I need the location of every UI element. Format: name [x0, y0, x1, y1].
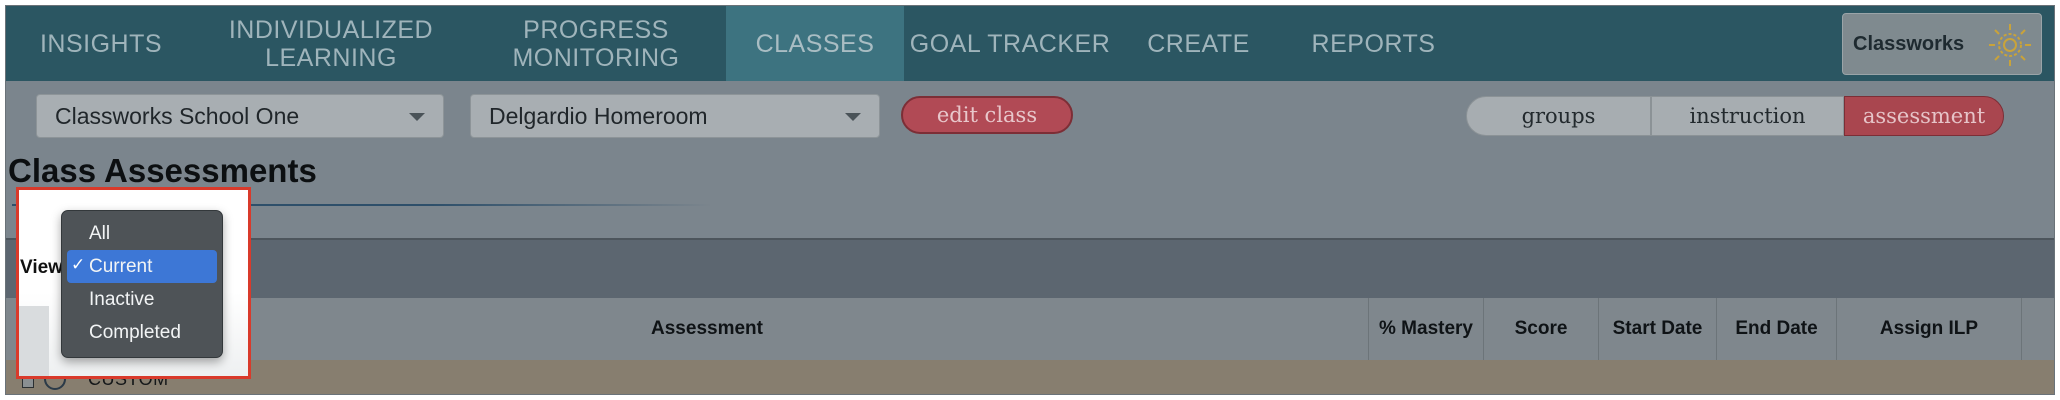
page-title: Class Assessments: [8, 152, 317, 189]
nav-classes[interactable]: CLASSES: [726, 6, 904, 81]
school-select[interactable]: Classworks School One: [36, 94, 444, 138]
top-nav: INSIGHTS INDIVIDUALIZED LEARNING PROGRES…: [6, 6, 2054, 81]
nav-individualized-learning[interactable]: INDIVIDUALIZED LEARNING: [196, 6, 466, 81]
nav-reports[interactable]: REPORTS: [1281, 6, 1466, 81]
col-assign-ilp[interactable]: Assign ILP: [1837, 298, 2022, 360]
table-row[interactable]: [6, 360, 2054, 394]
sun-logo-icon: [1989, 24, 2031, 66]
col-end-spacer: [2022, 298, 2054, 360]
col-start-date[interactable]: Start Date: [1599, 298, 1717, 360]
view-filter-bar: [6, 238, 2054, 300]
nav-create[interactable]: CREATE: [1116, 6, 1281, 81]
edit-class-button[interactable]: edit class: [901, 96, 1073, 134]
chevron-down-icon: [845, 113, 861, 121]
segment-instruction[interactable]: instruction: [1651, 96, 1844, 136]
chevron-down-icon: [409, 113, 425, 121]
segment-groups[interactable]: groups: [1466, 96, 1651, 136]
nav-progress-monitoring[interactable]: PROGRESS MONITORING: [466, 6, 726, 81]
brand-badge[interactable]: Classworks: [1842, 13, 2042, 75]
nav-goal-tracker[interactable]: GOAL TRACKER: [904, 6, 1116, 81]
nav-insights[interactable]: INSIGHTS: [6, 6, 196, 81]
segment-assessment[interactable]: assessment: [1844, 96, 2004, 136]
col-mastery[interactable]: % Mastery: [1369, 298, 1484, 360]
school-select-value: Classworks School One: [55, 102, 300, 129]
col-score[interactable]: Score: [1484, 298, 1599, 360]
table-header: Assessment % Mastery Score Start Date En…: [6, 298, 2054, 361]
brand-name: Classworks: [1853, 32, 1965, 55]
col-end-date[interactable]: End Date: [1717, 298, 1837, 360]
class-select[interactable]: Delgardio Homeroom: [470, 94, 880, 138]
app-window: INSIGHTS INDIVIDUALIZED LEARNING PROGRES…: [5, 5, 2055, 395]
class-select-value: Delgardio Homeroom: [489, 102, 708, 129]
annotation-highlight-box: [16, 187, 251, 379]
